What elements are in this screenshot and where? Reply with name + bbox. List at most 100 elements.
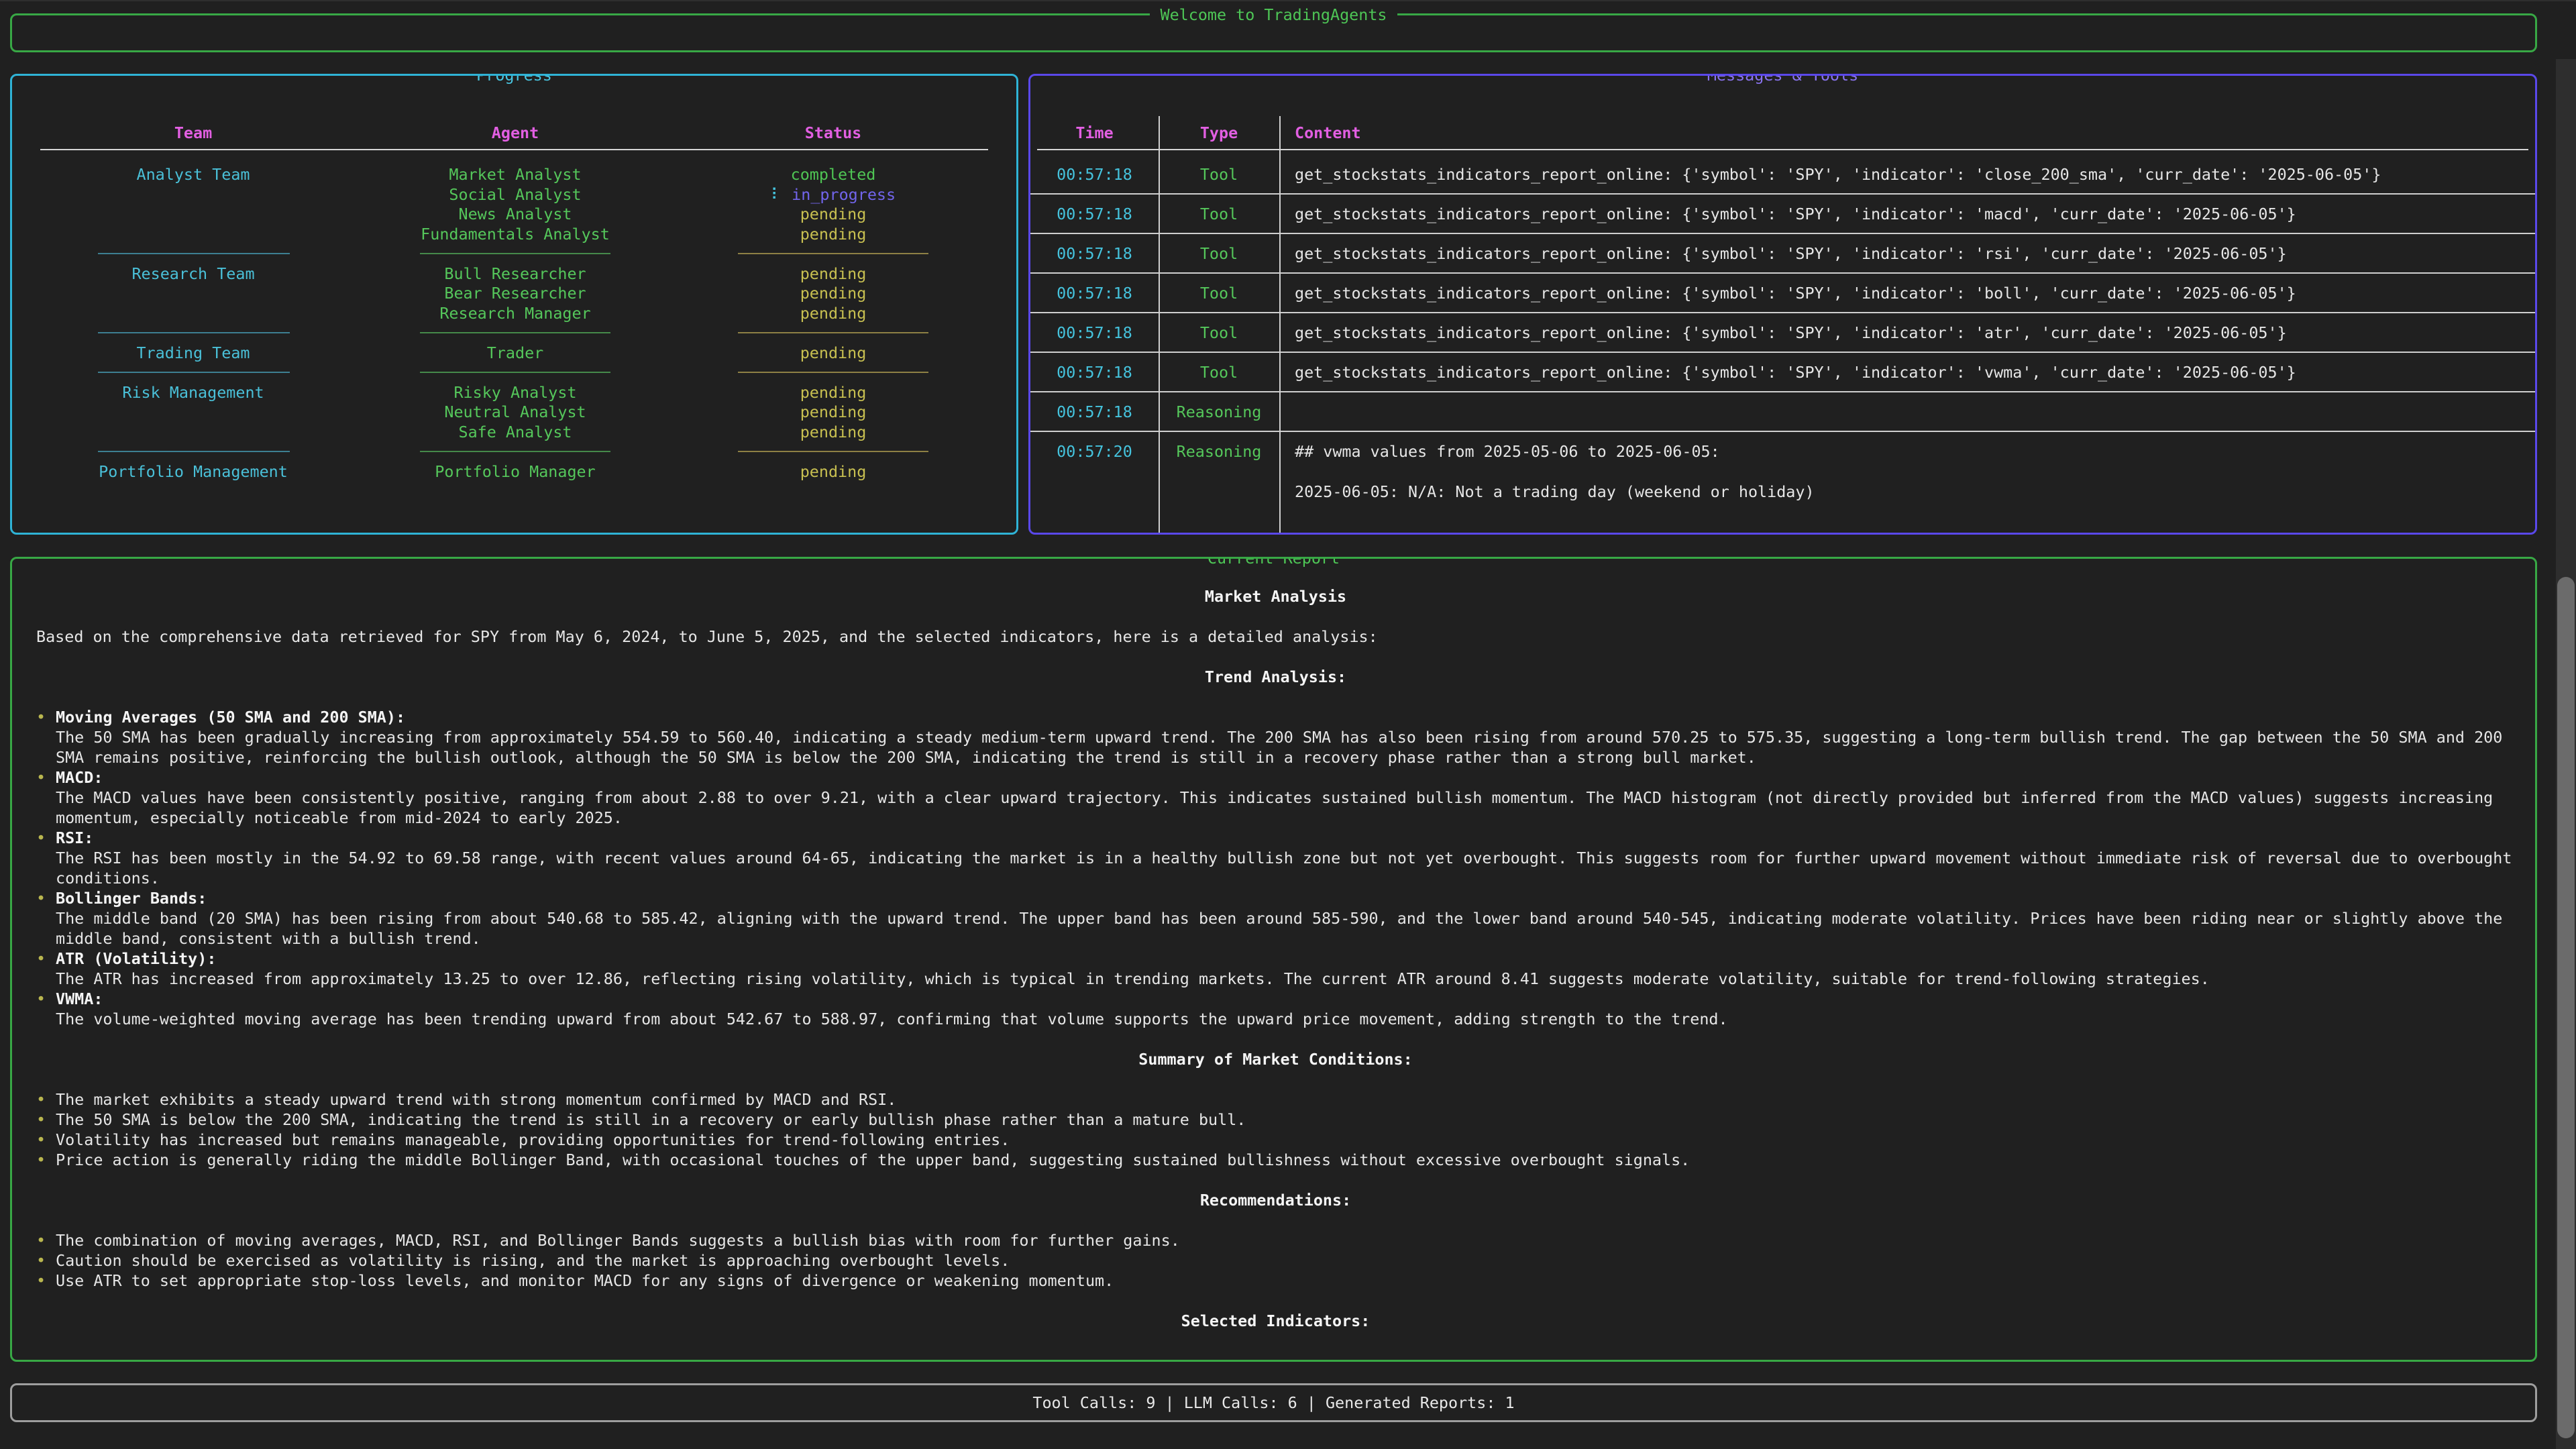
report-paragraph: Based on the comprehensive data retrieve…	[36, 627, 2515, 647]
status-cell: pending	[726, 402, 941, 422]
progress-row: Neutral Analyst pending	[12, 402, 1016, 422]
message-type: Tool	[1159, 323, 1279, 343]
message-time: 00:57:18	[1030, 204, 1159, 224]
report-blank-line	[36, 1291, 2515, 1311]
progress-group-separator	[12, 362, 1016, 382]
bullet-icon: •	[36, 1230, 46, 1250]
message-content-line: 2025-06-05: N/A: Not a trading day (week…	[1295, 482, 2531, 502]
message-content: get_stockstats_indicators_report_online:…	[1295, 244, 2531, 264]
row-separator	[1030, 431, 2535, 432]
progress-row: News Analystpending	[12, 204, 1016, 224]
team-cell: Analyst Team	[86, 164, 301, 184]
status-cell: pending	[726, 224, 941, 244]
progress-row: Analyst Team Market Analyst completed	[12, 164, 1016, 184]
message-time: 00:57:18	[1030, 244, 1159, 264]
terminal-top-edge	[0, 0, 2576, 1]
message-content: get_stockstats_indicators_report_online:…	[1295, 204, 2531, 224]
row-separator	[1030, 312, 2535, 313]
message-row: 00:57:18Toolget_stockstats_indicators_re…	[1030, 164, 2535, 204]
report-blank-line	[36, 1210, 2515, 1230]
separator-segment-status	[738, 451, 928, 452]
report-blank-line	[36, 647, 2515, 667]
progress-group-separator	[12, 244, 1016, 264]
agent-cell: Neutral Analyst	[408, 402, 623, 422]
progress-panel: Progress Team Agent Status Analyst TeamM…	[10, 74, 1018, 535]
status-cell: ⠇ in_progress	[726, 184, 941, 205]
message-type: Reasoning	[1159, 402, 1279, 422]
bullet-icon: •	[36, 949, 46, 969]
bullet-icon: •	[36, 1150, 46, 1170]
report-blank-line	[36, 1069, 2515, 1089]
row-separator	[1030, 233, 2535, 234]
progress-row: Trading TeamTraderpending	[12, 343, 1016, 363]
message-time: 00:57:18	[1030, 164, 1159, 184]
header-underline	[1037, 149, 2528, 150]
report-bullet-item: •RSI:	[36, 828, 2515, 848]
report-wrapped-line: momentum, especially noticeable from mid…	[36, 808, 2515, 828]
report-wrapped-line: SMA remains positive, reinforcing the bu…	[36, 747, 2515, 767]
agent-cell: Bear Researcher	[408, 283, 623, 303]
welcome-banner: Welcome to TradingAgents	[10, 13, 2537, 52]
report-bullet-item: •Moving Averages (50 SMA and 200 SMA):	[36, 707, 2515, 727]
progress-row: Bear Researcherpending	[12, 283, 1016, 303]
progress-row: Risk ManagementRisky Analystpending	[12, 382, 1016, 402]
row-separator	[1030, 193, 2535, 195]
message-row: 00:57:18Tool get_stockstats_indicators_re…	[1030, 244, 2535, 283]
row-separator	[1030, 352, 2535, 353]
column-header-type: Type	[1159, 123, 1279, 143]
current-report-panel: Current Report Market AnalysisBased on t…	[10, 557, 2537, 1362]
separator-segment-team	[98, 332, 290, 333]
message-type: Tool	[1159, 362, 1279, 382]
message-content: get_stockstats_indicators_report_online:…	[1295, 323, 2531, 343]
column-header-status: Status	[726, 123, 941, 143]
bullet-icon: •	[36, 1271, 46, 1291]
report-wrapped-line: The ATR has increased from approximately…	[36, 969, 2515, 989]
report-blank-line	[36, 1029, 2515, 1049]
bullet-icon: •	[36, 888, 46, 908]
team-cell: Trading Team	[86, 343, 301, 363]
report-blank-line	[36, 1170, 2515, 1190]
separator-segment-team	[98, 372, 290, 373]
bullet-icon: •	[36, 1130, 46, 1150]
bullet-icon: •	[36, 828, 46, 848]
report-wrapped-line: The volume-weighted moving average has b…	[36, 1009, 2515, 1029]
agent-cell: Bull Researcher	[408, 264, 623, 284]
stats-footer-panel: Tool Calls: 9 | LLM Calls: 6 | Generated…	[10, 1383, 2537, 1422]
report-heading: Recommendations:	[36, 1190, 2515, 1210]
message-row: 00:57:18Toolget_stockstats_indicators_re…	[1030, 362, 2535, 402]
column-header-agent: Agent	[408, 123, 623, 143]
progress-group-separator	[12, 323, 1016, 343]
agent-cell: Market Analyst	[408, 164, 623, 184]
message-row: 00:57:18Toolget_stockstats_indicators_re…	[1030, 283, 2535, 323]
status-cell: completed	[726, 164, 941, 184]
report-heading: Trend Analysis:	[36, 667, 2515, 687]
bullet-icon: •	[36, 707, 46, 727]
progress-row: Portfolio ManagementPortfolio Managerpen…	[12, 462, 1016, 482]
status-cell: pending	[726, 422, 941, 442]
scrollbar-thumb[interactable]	[2557, 577, 2575, 1438]
report-bullet-item: •VWMA:	[36, 989, 2515, 1009]
header-underline	[40, 149, 988, 150]
message-time: 00:57:18	[1030, 402, 1159, 422]
bullet-icon: •	[36, 767, 46, 788]
tradingagents-terminal: Welcome to TradingAgents Progress Team A…	[0, 0, 2576, 1449]
bullet-icon: •	[36, 1089, 46, 1110]
report-bullet-item: •Volatility has increased but remains ma…	[36, 1130, 2515, 1150]
message-type: Tool	[1159, 164, 1279, 184]
message-type: Tool	[1159, 244, 1279, 264]
message-row: 00:57:18Toolget_stockstats_indicators_re…	[1030, 204, 2535, 244]
agent-cell: Fundamentals Analyst	[408, 224, 623, 244]
message-type: Reasoning	[1159, 441, 1279, 462]
message-type: Tool	[1159, 283, 1279, 303]
column-header-content: Content	[1295, 123, 1361, 143]
agent-cell: Research Manager	[408, 303, 623, 323]
progress-rows: Analyst TeamMarket AnalystcompletedSocia…	[12, 164, 1016, 481]
message-row: 00:57:18Reasoning	[1030, 402, 2535, 441]
status-cell: pending	[726, 343, 941, 363]
message-content: get_stockstats_indicators_report_online:…	[1295, 283, 2531, 303]
separator-segment-status	[738, 332, 928, 333]
message-row: 00:57:20Reasoning## vwma values from 202…	[1030, 441, 2535, 521]
row-separator	[1030, 391, 2535, 392]
status-cell: pending	[726, 382, 941, 402]
report-wrapped-line: The RSI has been mostly in the 54.92 to …	[36, 848, 2515, 868]
